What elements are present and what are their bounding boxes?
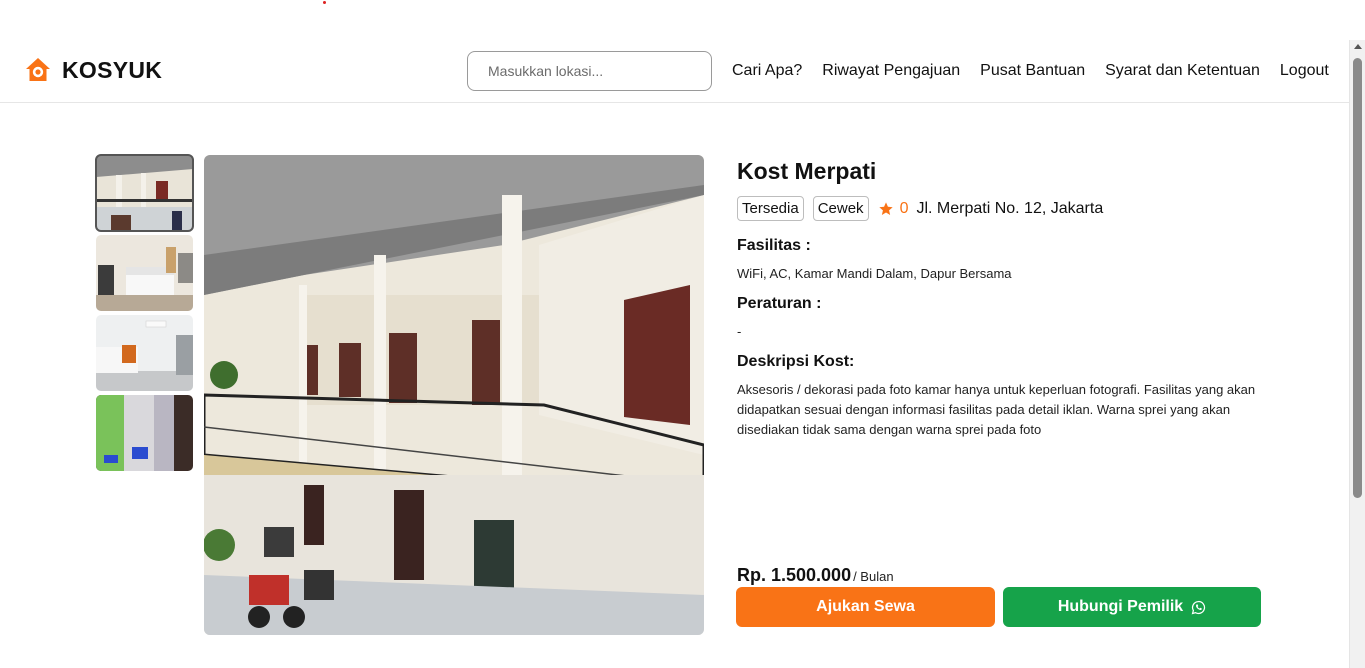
nav-pusat-bantuan[interactable]: Pusat Bantuan xyxy=(980,62,1085,80)
thumbnail-list xyxy=(95,154,195,475)
scrollbar-thumb[interactable] xyxy=(1353,58,1362,498)
description-text: Aksesoris / dekorasi pada foto kamar han… xyxy=(737,382,1256,437)
nav-cari-apa[interactable]: Cari Apa? xyxy=(732,62,802,80)
facilities-label: Fasilitas : xyxy=(737,237,811,254)
scroll-up-arrow-icon[interactable] xyxy=(1354,44,1362,49)
kost-address: Jl. Merpati No. 12, Jakarta xyxy=(916,199,1104,217)
apply-rent-label: Ajukan Sewa xyxy=(816,598,915,615)
rules-label: Peraturan : xyxy=(737,295,822,312)
main-photo xyxy=(204,155,704,635)
main-nav: Cari Apa? Riwayat Pengajuan Pusat Bantua… xyxy=(732,62,1329,80)
thumbnail-bedroom-2[interactable] xyxy=(96,315,193,391)
location-search-input[interactable] xyxy=(467,51,712,91)
contact-owner-button[interactable]: Hubungi Pemilik xyxy=(1003,587,1261,627)
whatsapp-icon xyxy=(1191,600,1206,614)
facilities-value: WiFi, AC, Kamar Mandi Dalam, Dapur Bersa… xyxy=(737,266,1012,281)
badge-gender: Cewek xyxy=(812,196,869,221)
kost-title: Kost Merpati xyxy=(737,158,877,184)
thumbnail-bathroom[interactable] xyxy=(96,395,193,471)
thumbnail-bedroom-1[interactable] xyxy=(96,235,193,311)
apply-rent-button[interactable]: Ajukan Sewa xyxy=(736,587,995,627)
rules-value: - xyxy=(737,324,742,339)
description-label: Deskripsi Kost: xyxy=(737,353,855,370)
rating-value: 0 xyxy=(899,199,909,217)
kost-meta: Tersedia Cewek 0 Jl. Merpati No. 12, Jak… xyxy=(737,196,1262,221)
star-icon xyxy=(878,201,893,215)
house-logo-icon xyxy=(26,58,50,81)
nav-syarat-ketentuan[interactable]: Syarat dan Ketentuan xyxy=(1105,62,1260,80)
nav-logout[interactable]: Logout xyxy=(1280,62,1329,80)
brand-name: KOSYUK xyxy=(62,56,163,83)
price: Rp. 1.500.000 / Bulan xyxy=(737,565,894,586)
page-scrollbar[interactable] xyxy=(1349,40,1365,668)
thumbnail-corridor[interactable] xyxy=(95,154,194,232)
contact-owner-label: Hubungi Pemilik xyxy=(1057,598,1184,615)
price-unit: / Bulan xyxy=(853,569,894,584)
badge-availability: Tersedia xyxy=(737,196,804,221)
navbar: KOSYUK Cari Apa? Riwayat Pengajuan Pusat… xyxy=(0,40,1349,103)
nav-riwayat-pengajuan[interactable]: Riwayat Pengajuan xyxy=(822,62,960,80)
page-indicator-dot xyxy=(323,1,326,4)
price-amount: Rp. 1.500.000 xyxy=(737,565,852,585)
kost-details: Kost Merpati Tersedia Cewek 0 Jl. Merpat… xyxy=(737,158,1262,440)
brand-logo[interactable]: KOSYUK xyxy=(24,56,162,84)
